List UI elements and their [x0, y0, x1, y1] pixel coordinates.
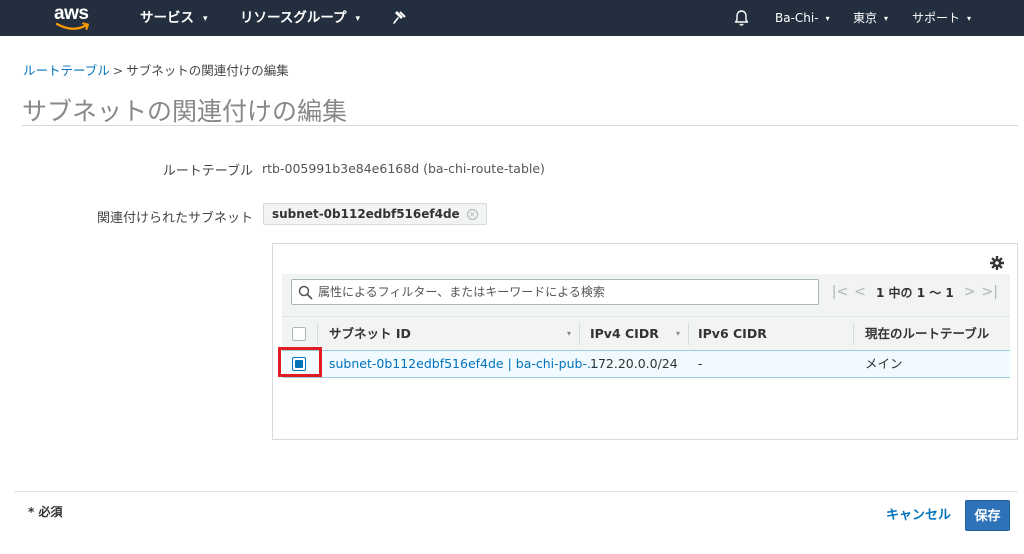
remove-token-icon[interactable]: × [466, 208, 478, 220]
route-table-label: ルートテーブル [162, 164, 253, 179]
previous-page-icon[interactable]: < [850, 284, 870, 300]
search-icon [298, 285, 313, 300]
row-subnet-id-link[interactable]: subnet-0b112edbf516ef4de | ba-chi-pub-..… [329, 351, 599, 377]
chevron-down-icon: ▾ [884, 14, 889, 23]
column-header-current-route-table[interactable]: 現在のルートテーブル [865, 317, 989, 351]
pin-icon[interactable] [392, 9, 408, 25]
associated-subnet-token: subnet-0b112edbf516ef4de × [263, 203, 487, 225]
cancel-button[interactable]: キャンセル [886, 504, 951, 528]
save-button[interactable]: 保存 [965, 500, 1010, 531]
chevron-down-icon: ▾ [967, 14, 972, 23]
breadcrumb-route-tables-link[interactable]: ルートテーブル [23, 63, 110, 78]
nav-services-menu[interactable]: サービス ▾ [140, 0, 208, 36]
row-ipv6-cidr: - [698, 356, 703, 371]
row-current-route-table: メイン [865, 356, 903, 371]
top-navigation-bar: aws サービス ▾ リソースグループ ▾ Ba-Chi- ▾ 東京 ▾ サポート ▾ [0, 0, 1024, 36]
checkbox-highlight-annotation [278, 347, 322, 377]
chevron-down-icon: ▾ [355, 14, 361, 24]
nav-region-label: 東京 [853, 11, 878, 25]
required-note: * 必須 [28, 505, 63, 519]
title-divider [22, 125, 1018, 126]
table-row[interactable]: subnet-0b112edbf516ef4de | ba-chi-pub-..… [278, 347, 1010, 378]
nav-account-label: Ba-Chi- [775, 11, 819, 25]
breadcrumb-separator: > [112, 63, 124, 78]
sort-caret-icon[interactable]: ▾ [567, 317, 571, 350]
table-header: サブネット ID ▾ IPv4 CIDR ▾ IPv6 CIDR 現在のルートテ… [282, 316, 1010, 350]
chevron-down-icon: ▾ [825, 14, 830, 23]
aws-logo[interactable]: aws [52, 3, 92, 33]
last-page-icon[interactable]: >| [980, 284, 1000, 300]
column-header-subnet-id[interactable]: サブネット ID [329, 317, 411, 351]
search-input[interactable] [318, 283, 813, 301]
nav-resource-groups-menu[interactable]: リソースグループ ▾ [240, 0, 360, 36]
row-ipv4-cidr: 172.20.0.0/24 [590, 356, 678, 371]
pagination: |< < 1 中の 1 ～ 1 > >| [830, 279, 1000, 305]
filter-bar: |< < 1 中の 1 ～ 1 > >| [282, 274, 1010, 316]
page-title: サブネットの関連付けの編集 [22, 97, 348, 126]
next-page-icon[interactable]: > [960, 284, 980, 300]
column-header-ipv4-cidr[interactable]: IPv4 CIDR [590, 317, 659, 351]
associated-subnets-label: 関連付けられたサブネット [96, 211, 253, 226]
column-divider [579, 323, 580, 345]
nav-region-menu[interactable]: 東京 ▾ [853, 0, 888, 36]
nav-account-menu[interactable]: Ba-Chi- ▾ [775, 0, 830, 36]
column-divider [688, 323, 689, 345]
nav-support-menu[interactable]: サポート ▾ [912, 0, 971, 36]
nav-support-label: サポート [912, 11, 961, 25]
column-header-ipv6-cidr[interactable]: IPv6 CIDR [698, 317, 767, 351]
aws-smile-icon [56, 22, 89, 30]
nav-services-label: サービス [140, 10, 194, 26]
chevron-down-icon: ▾ [203, 14, 208, 24]
associated-subnet-token-label: subnet-0b112edbf516ef4de [272, 207, 460, 221]
bell-icon[interactable] [733, 9, 750, 27]
sort-caret-icon[interactable]: ▾ [676, 317, 680, 350]
first-page-icon[interactable]: |< [830, 284, 850, 300]
gear-icon[interactable] [990, 256, 1004, 270]
search-box [291, 279, 819, 305]
column-divider [853, 323, 854, 345]
column-divider [317, 323, 318, 345]
breadcrumb: ルートテーブル > サブネットの関連付けの編集 [23, 60, 289, 79]
select-all-checkbox[interactable] [292, 327, 306, 341]
subnet-table-panel: |< < 1 中の 1 ～ 1 > >| サブネット ID ▾ IPv4 CID… [272, 243, 1018, 440]
footer-divider [14, 491, 1018, 492]
breadcrumb-current: サブネットの関連付けの編集 [126, 63, 289, 78]
nav-resource-groups-label: リソースグループ [240, 10, 347, 26]
page-range-text: 1 中の 1 ～ 1 [876, 285, 954, 300]
route-table-value: rtb-005991b3e84e6168d (ba-chi-route-tabl… [262, 161, 545, 176]
